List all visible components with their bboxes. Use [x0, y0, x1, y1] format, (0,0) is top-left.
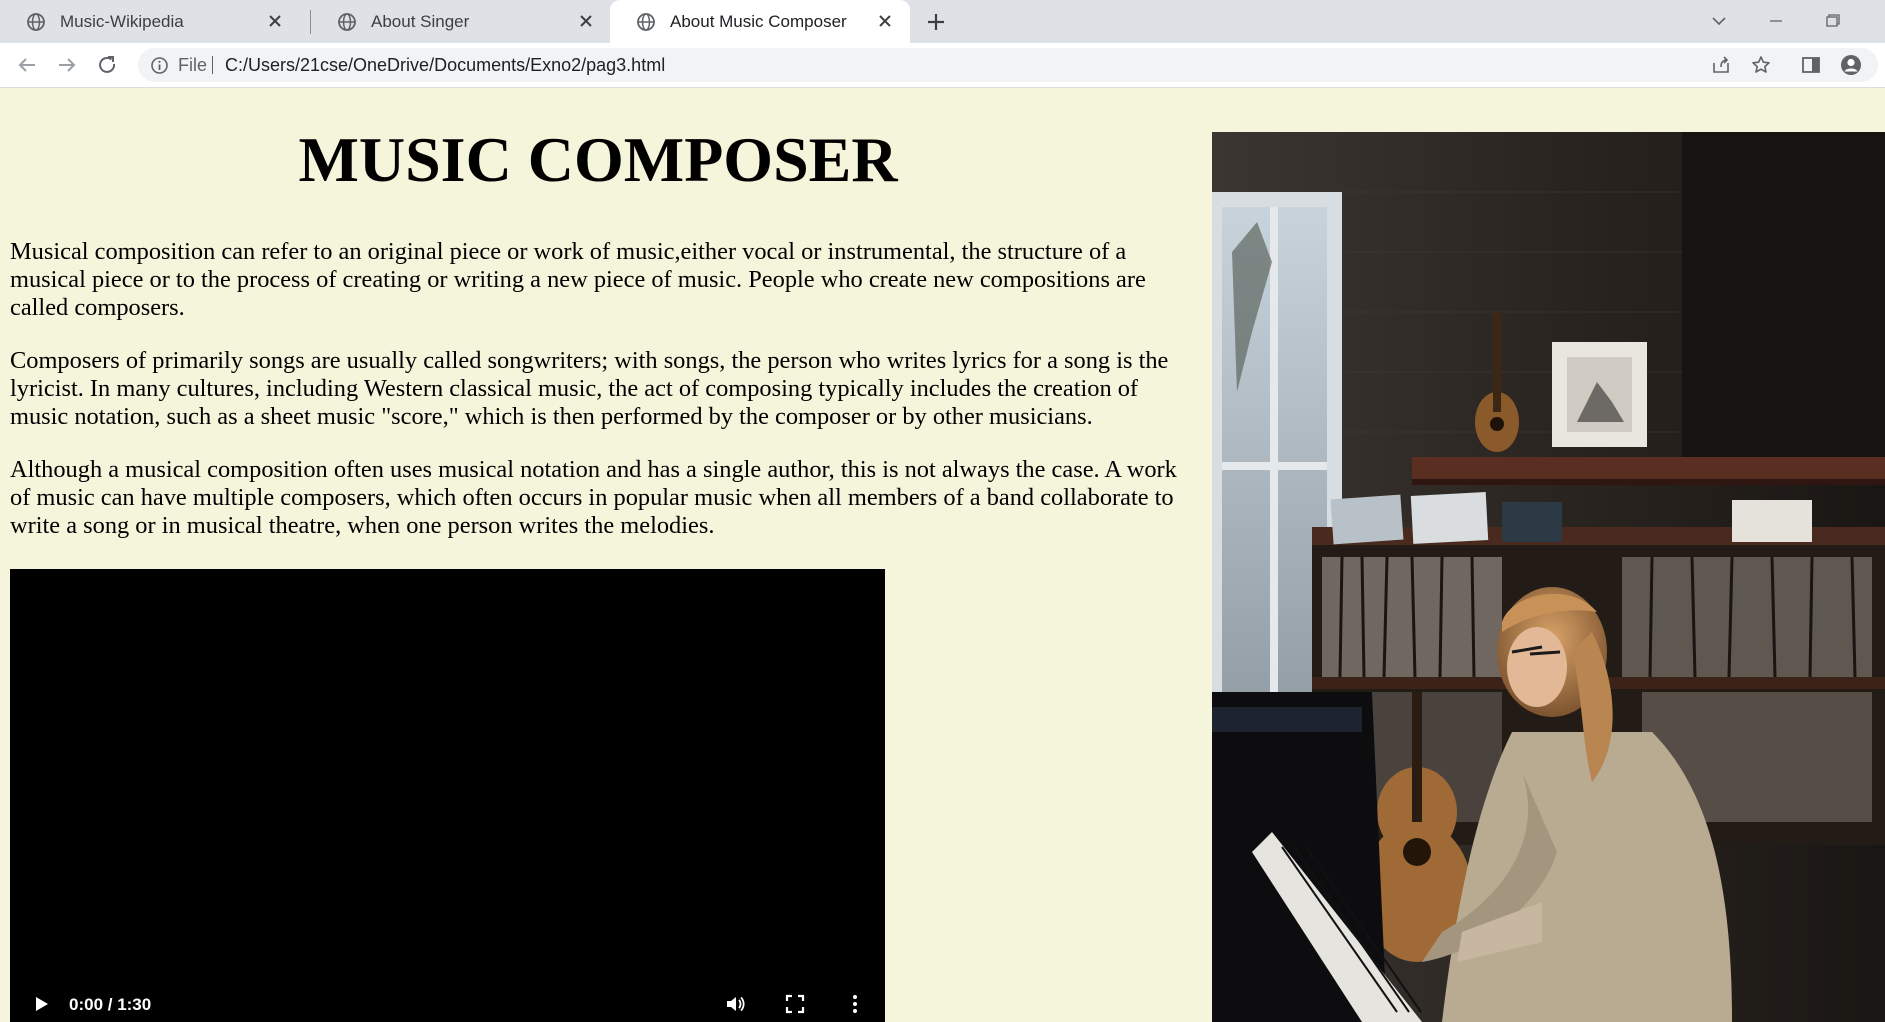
composer-photo	[1212, 132, 1885, 1022]
play-icon[interactable]	[30, 993, 52, 1015]
tab-about-music-composer[interactable]: About Music Composer	[610, 0, 910, 43]
tab-title: Music-Wikipedia	[60, 11, 184, 31]
globe-icon	[27, 12, 45, 31]
composer-photo-illustration	[1212, 132, 1885, 1022]
tab-title: About Singer	[371, 11, 470, 31]
tab-about-singer[interactable]: About Singer	[311, 0, 611, 43]
page-content: MUSIC COMPOSER Musical composition can r…	[0, 88, 1885, 1022]
reload-icon[interactable]	[94, 52, 120, 78]
minimize-icon[interactable]	[1764, 10, 1788, 32]
bookmark-star-icon[interactable]	[1750, 54, 1772, 76]
paragraph: Musical composition can refer to an orig…	[10, 238, 1146, 321]
volume-icon[interactable]	[724, 993, 746, 1015]
globe-icon	[637, 12, 655, 31]
address-url[interactable]: C:/Users/21cse/OneDrive/Documents/Exno2/…	[225, 55, 665, 76]
browser-toolbar: File C:/Users/21cse/OneDrive/Documents/E…	[0, 43, 1885, 88]
back-arrow-icon[interactable]	[14, 52, 40, 78]
paragraph: Although a musical composition often use…	[10, 456, 1177, 539]
close-icon[interactable]	[264, 10, 286, 32]
video-player[interactable]: 0:00 / 1:30	[10, 569, 885, 1022]
tab-strip: Music-Wikipedia About Singer About Music…	[0, 0, 1885, 43]
address-divider	[212, 56, 213, 74]
more-options-icon[interactable]	[844, 993, 866, 1015]
new-tab-plus-icon[interactable]	[923, 9, 949, 35]
restore-icon[interactable]	[1820, 10, 1844, 32]
address-bar[interactable]: File C:/Users/21cse/OneDrive/Documents/E…	[138, 48, 1878, 82]
video-time: 0:00 / 1:30	[69, 995, 152, 1014]
tab-search-chevron-icon[interactable]	[1707, 10, 1731, 32]
paragraph: Composers of primarily songs are usually…	[10, 347, 1169, 430]
page-heading: MUSIC COMPOSER	[298, 124, 898, 195]
address-scheme: File	[178, 55, 208, 75]
side-panel-icon[interactable]	[1800, 54, 1822, 76]
tab-title: About Music Composer	[670, 11, 847, 31]
globe-icon	[338, 12, 356, 31]
close-icon[interactable]	[874, 10, 896, 32]
fullscreen-icon[interactable]	[784, 993, 806, 1015]
tab-music-wikipedia[interactable]: Music-Wikipedia	[0, 0, 300, 43]
info-icon[interactable]	[150, 56, 169, 75]
forward-arrow-icon[interactable]	[54, 52, 80, 78]
share-icon[interactable]	[1710, 54, 1732, 76]
close-icon[interactable]	[575, 10, 597, 32]
profile-avatar-icon[interactable]	[1840, 54, 1862, 76]
